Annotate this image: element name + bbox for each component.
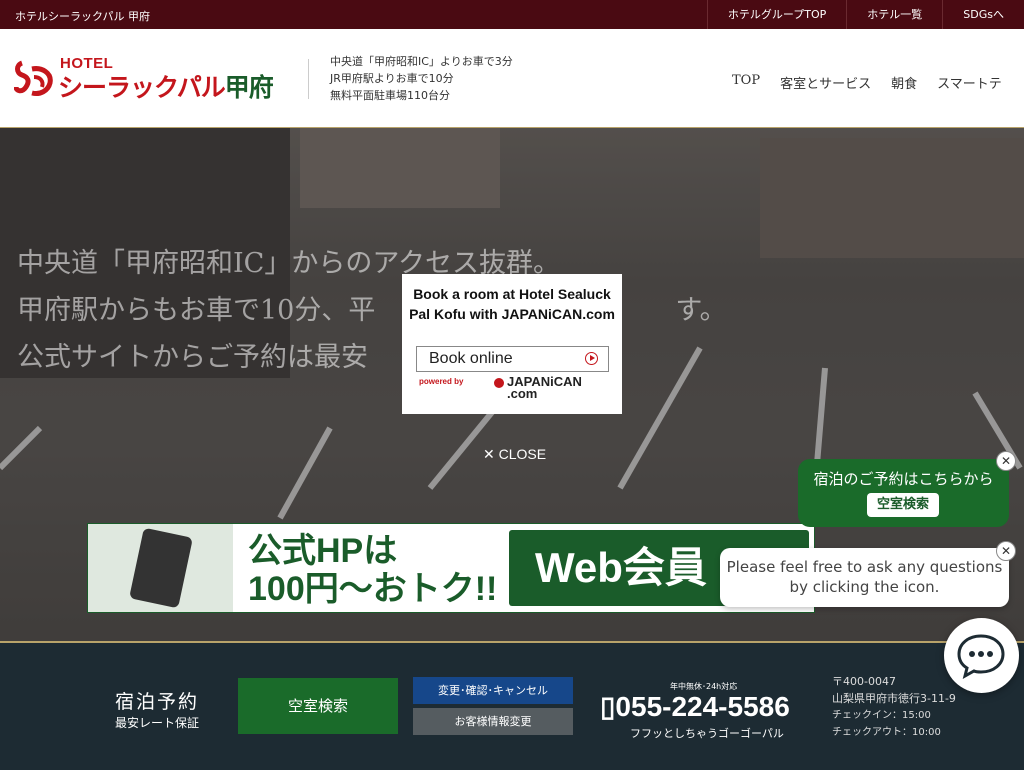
booking-modal: Book a room at Hotel Sealuck Pal Kofu wi…	[402, 274, 622, 414]
reservation-label-main: 宿泊予約	[115, 691, 200, 713]
change-cancel-button[interactable]: 変更･確認･キャンセル	[413, 677, 573, 704]
top-bar: ホテルシーラックパル 甲府 ホテルグループTOP ホテル一覧 SDGsへ	[0, 0, 1024, 29]
reservation-bar: 宿泊予約 最安レート保証 空室検索 変更･確認･キャンセル お客様情報変更 年中…	[0, 641, 1024, 770]
phone-device	[129, 527, 193, 609]
tel-mnemonic: フフッとしちゃうゴーゴーパル	[630, 727, 784, 740]
reservation-popup: 宿泊のご予約はこちらから 空室検索	[798, 459, 1009, 527]
footer-vacancy-button[interactable]: 空室検索	[238, 678, 398, 734]
chat-bubble-icon	[957, 634, 1005, 679]
powered-by: powered by	[419, 377, 464, 386]
close-label: CLOSE	[498, 446, 547, 462]
link-hotel-group-top[interactable]: ホテルグループTOP	[706, 0, 846, 29]
top-bar-brand[interactable]: ホテルシーラックパル 甲府	[15, 8, 150, 24]
logo-city: 甲府	[224, 74, 274, 102]
site-header: HOTEL シーラックパル甲府 中央道「甲府昭和IC」よりお車で3分 JR甲府駅…	[0, 29, 1024, 128]
nav-top[interactable]: TOP	[732, 73, 760, 92]
hotel-logo[interactable]: HOTEL シーラックパル甲府	[14, 55, 294, 104]
web-member-banner[interactable]: 公式HPは 100円～おトク!! Web会員	[87, 523, 815, 613]
nav-rooms[interactable]: 客室とサービス	[780, 73, 871, 92]
play-icon	[585, 352, 598, 365]
reservation-popup-text: 宿泊のご予約はこちらから	[813, 470, 994, 488]
hotel-address: 〒400-0047 山梨県甲府市徳行3-11-9 チェックイン：15:00 チェ…	[832, 673, 956, 741]
close-icon[interactable]: ✕	[996, 451, 1016, 471]
close-icon: ✕	[483, 446, 499, 462]
banner-text: 公式HPは 100円～おトク!!	[248, 532, 497, 608]
access-line: JR甲府駅よりお車で10分	[330, 72, 454, 85]
close-icon[interactable]: ✕	[996, 541, 1016, 561]
street-address: 山梨県甲府市徳行3-11-9	[832, 692, 956, 705]
nav-smart[interactable]: スマートテ	[937, 73, 1002, 92]
banner-line-2: 100円～おトク!!	[248, 570, 498, 608]
tagline-end: す。	[675, 295, 727, 326]
phone-number-text: 055-224-5586	[615, 691, 790, 722]
banner-line-1: 公式HPは	[248, 532, 398, 570]
top-bar-links: ホテルグループTOP ホテル一覧 SDGsへ	[706, 0, 1024, 29]
chat-popup: Please feel free to ask any questions by…	[720, 548, 1009, 607]
book-online-label: Book online	[429, 350, 513, 367]
smartphone-image	[88, 524, 233, 612]
checkin-time: チェックイン：15:00	[832, 710, 931, 721]
logo-mark-icon	[14, 60, 53, 96]
vacancy-search-button[interactable]: 空室検索	[867, 493, 939, 517]
tagline-text: 甲府駅からもお車で10分、平	[17, 295, 376, 326]
checkout-time: チェックアウト：10:00	[832, 727, 941, 738]
chat-launcher[interactable]	[944, 618, 1019, 693]
reservation-label: 宿泊予約 最安レート保証	[115, 687, 199, 731]
logo-name: シーラックパル	[58, 74, 226, 102]
logo-name-text: シーラックパル甲府	[58, 68, 274, 104]
customer-info-button[interactable]: お客様情報変更	[413, 708, 573, 735]
access-info: 中央道「甲府昭和IC」よりお車で3分 JR甲府駅よりお車で10分 無料平面駐車場…	[330, 53, 513, 104]
phone-number[interactable]: ▯055-224-5586	[600, 690, 790, 723]
nav-breakfast[interactable]: 朝食	[891, 73, 917, 92]
postal-code: 〒400-0047	[832, 675, 896, 688]
phone-icon: ▯	[600, 691, 616, 722]
book-online-button[interactable]: Book online	[416, 346, 609, 372]
modal-close-button[interactable]: ✕ CLOSE	[483, 446, 546, 463]
reservation-label-sub: 最安レート保証	[115, 716, 200, 730]
access-line: 中央道「甲府昭和IC」よりお車で3分	[330, 55, 513, 68]
link-sdgs[interactable]: SDGsへ	[942, 0, 1024, 29]
japanican-logo: JAPANiCAN .com	[494, 375, 582, 401]
link-hotel-list[interactable]: ホテル一覧	[846, 0, 942, 29]
chat-popup-text: Please feel free to ask any questions by…	[726, 558, 1003, 596]
global-nav: TOP 客室とサービス 朝食 スマートテ	[722, 73, 1012, 92]
modal-title: Book a room at Hotel Sealuck Pal Kofu wi…	[409, 286, 615, 322]
japanican-sub: .com	[507, 385, 538, 401]
access-line: 無料平面駐車場110台分	[330, 89, 450, 102]
header-divider	[308, 59, 309, 99]
